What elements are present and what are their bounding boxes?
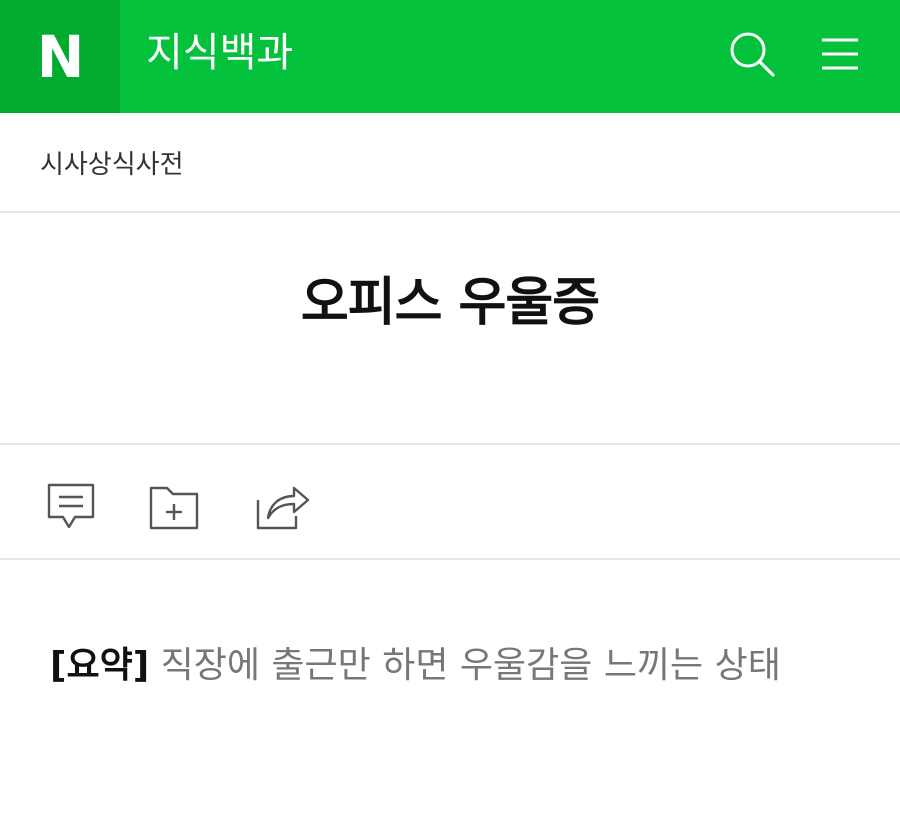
divider	[0, 558, 900, 560]
folder-plus-icon	[149, 486, 199, 530]
summary-text: 직장에 출근만 하면 우울감을 느끼는 상태	[149, 645, 781, 686]
top-header: N 지식백과	[0, 0, 900, 113]
article-title: 오피스 우울증	[300, 273, 600, 333]
hamburger-menu-icon	[822, 38, 858, 70]
article-summary: [요약] 직장에 출근만 하면 우울감을 느끼는 상태	[50, 626, 860, 706]
save-folder-button[interactable]	[143, 476, 205, 538]
naver-logo[interactable]: N	[0, 0, 120, 113]
divider	[0, 443, 900, 445]
app-title[interactable]: 지식백과	[146, 18, 293, 88]
breadcrumb-category[interactable]: 시사상식사전	[40, 140, 184, 190]
summary-label: [요약]	[50, 645, 150, 686]
search-button[interactable]	[724, 26, 780, 82]
share-button[interactable]	[250, 476, 312, 538]
comment-button[interactable]	[40, 476, 102, 538]
search-icon	[730, 32, 775, 77]
logo-letter: N	[36, 22, 85, 91]
comment-icon	[47, 483, 95, 529]
divider	[0, 211, 900, 213]
share-icon	[256, 486, 310, 530]
menu-button[interactable]	[812, 26, 868, 82]
